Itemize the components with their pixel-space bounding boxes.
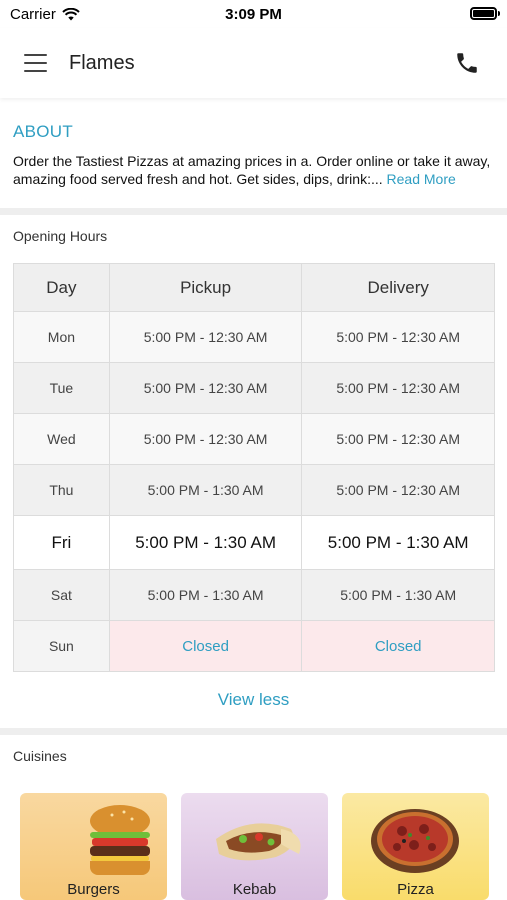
table-row: Sun Closed Closed <box>13 620 495 672</box>
delivery-cell: 5:00 PM - 12:30 AM <box>301 362 495 414</box>
about-section: ABOUT Order the Tastiest Pizzas at amazi… <box>0 100 507 208</box>
delivery-cell: 5:00 PM - 1:30 AM <box>301 569 495 621</box>
cuisine-card-kebab[interactable]: Kebab <box>181 793 328 900</box>
about-title: ABOUT <box>13 122 74 141</box>
phone-icon[interactable] <box>454 50 480 76</box>
pickup-cell: 5:00 PM - 1:30 AM <box>108 515 303 570</box>
day-cell: Tue <box>13 362 110 414</box>
delivery-cell: 5:00 PM - 12:30 AM <box>301 413 495 465</box>
cuisine-label: Kebab <box>232 881 277 898</box>
day-cell: Mon <box>13 311 110 363</box>
day-cell: Thu <box>13 464 110 516</box>
status-time: 3:09 PM <box>225 6 282 23</box>
view-less-link[interactable]: View less <box>0 690 507 710</box>
kebab-icon <box>216 823 301 861</box>
column-header-delivery: Delivery <box>301 263 495 312</box>
table-row: Tue 5:00 PM - 12:30 AM 5:00 PM - 12:30 A… <box>13 362 495 414</box>
delivery-cell-closed: Closed <box>301 620 495 672</box>
delivery-cell: 5:00 PM - 12:30 AM <box>301 311 495 363</box>
section-divider <box>0 208 507 215</box>
table-row: Sat 5:00 PM - 1:30 AM 5:00 PM - 1:30 AM <box>13 569 495 621</box>
table-header-row: Day Pickup Delivery <box>13 263 495 312</box>
opening-hours-title: Opening Hours <box>13 228 108 244</box>
table-row: Wed 5:00 PM - 12:30 AM 5:00 PM - 12:30 A… <box>13 413 495 465</box>
delivery-cell: 5:00 PM - 12:30 AM <box>301 464 495 516</box>
table-row: Mon 5:00 PM - 12:30 AM 5:00 PM - 12:30 A… <box>13 311 495 363</box>
pickup-cell: 5:00 PM - 12:30 AM <box>108 413 303 465</box>
column-header-day: Day <box>13 263 110 312</box>
app-header: Flames <box>0 28 507 98</box>
day-cell: Sat <box>13 569 110 621</box>
status-bar: Carrier 3:09 PM <box>0 0 507 28</box>
cuisine-label: Burgers <box>67 881 120 898</box>
battery-icon <box>470 7 500 20</box>
pickup-cell: 5:00 PM - 1:30 AM <box>108 569 303 621</box>
cuisines-title: Cuisines <box>13 748 67 764</box>
day-cell: Fri <box>13 515 110 570</box>
cuisine-card-pizza[interactable]: Pizza <box>342 793 489 900</box>
pickup-cell-closed: Closed <box>108 620 303 672</box>
pickup-cell: 5:00 PM - 12:30 AM <box>108 362 303 414</box>
day-cell: Sun <box>13 620 110 672</box>
column-header-pickup: Pickup <box>108 263 303 312</box>
pickup-cell: 5:00 PM - 1:30 AM <box>108 464 303 516</box>
delivery-cell: 5:00 PM - 1:30 AM <box>301 515 495 570</box>
about-description: Order the Tastiest Pizzas at amazing pri… <box>13 152 498 188</box>
pizza-icon <box>371 809 459 873</box>
section-divider <box>0 728 507 735</box>
opening-hours-table: Day Pickup Delivery Mon 5:00 PM - 12:30 … <box>13 263 495 672</box>
hamburger-menu-icon[interactable] <box>24 54 47 72</box>
read-more-link[interactable]: Read More <box>387 171 456 187</box>
page-title: Flames <box>69 52 135 74</box>
pickup-cell: 5:00 PM - 12:30 AM <box>108 311 303 363</box>
cuisine-label: Pizza <box>397 881 434 898</box>
cuisine-card-burgers[interactable]: Burgers <box>20 793 167 900</box>
day-cell: Wed <box>13 413 110 465</box>
burger-icon <box>90 805 150 875</box>
table-row-today: Fri 5:00 PM - 1:30 AM 5:00 PM - 1:30 AM <box>13 515 495 570</box>
table-row: Thu 5:00 PM - 1:30 AM 5:00 PM - 12:30 AM <box>13 464 495 516</box>
